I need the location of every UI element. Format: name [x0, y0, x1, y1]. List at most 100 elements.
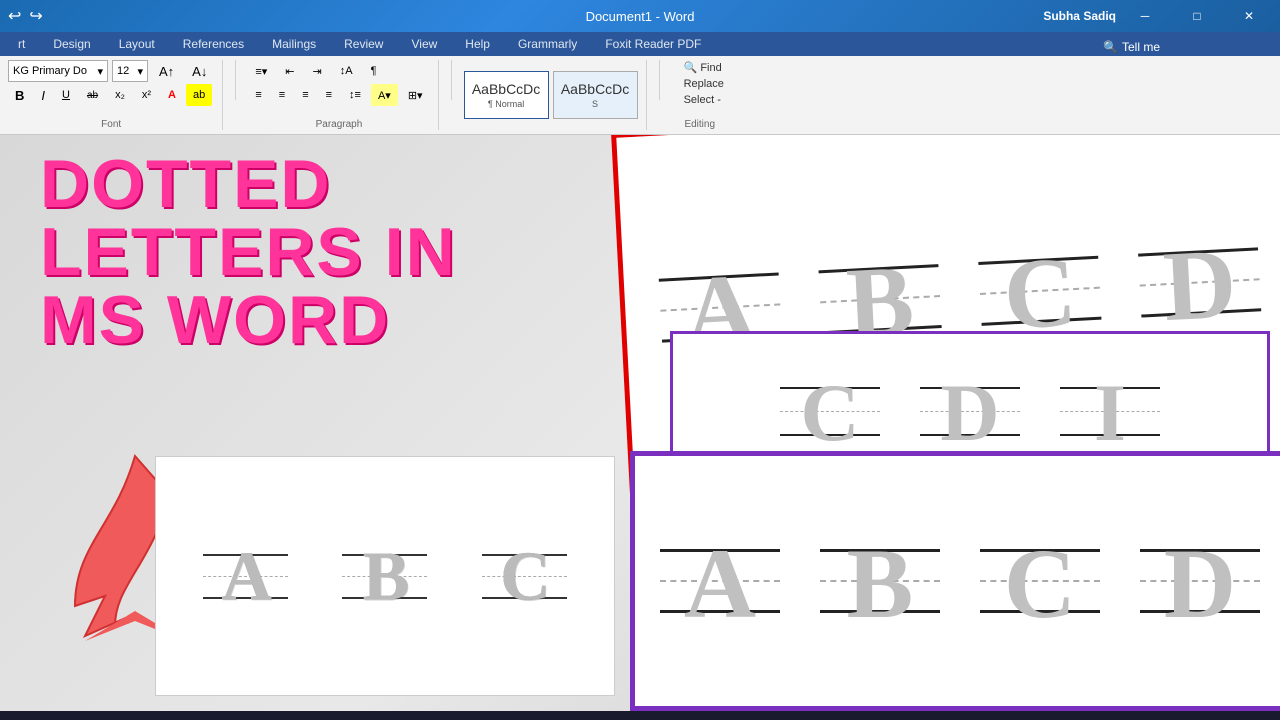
strikethrough-button[interactable]: ab: [80, 84, 105, 106]
menu-item-help[interactable]: Help: [451, 32, 504, 56]
title-bar: ↩ ↪ Document1 - Word Subha Sadiq ─ □ ✕: [0, 0, 1280, 32]
menu-item-layout[interactable]: Layout: [105, 32, 169, 56]
highlight-button[interactable]: ab: [186, 84, 212, 106]
increase-font-btn[interactable]: A↑: [152, 60, 181, 82]
menu-item-references[interactable]: References: [169, 32, 258, 56]
large-letter-B-purple: B: [820, 504, 940, 659]
menu-item-review[interactable]: Review: [330, 32, 397, 56]
para-controls-row2: ≡ ≡ ≡ ≡ ↕≡ A▾ ⊞▾: [248, 84, 429, 106]
char-C: C: [500, 538, 549, 618]
menu-bar: rt Design Layout References Mailings Rev…: [0, 32, 1280, 56]
menu-item-rt[interactable]: rt: [4, 32, 39, 56]
select-button[interactable]: Select -: [680, 93, 728, 107]
large-char-B-p: B: [847, 526, 914, 641]
border-btn[interactable]: ⊞▾: [401, 84, 430, 106]
align-left-btn[interactable]: ≡: [248, 84, 268, 106]
char-B: B: [363, 538, 408, 618]
font-controls-row2: B I U ab x₂ x² A ab: [8, 84, 212, 106]
editing-label: Editing: [684, 117, 715, 130]
search-icon: 🔍: [1103, 40, 1118, 54]
underline-button[interactable]: U: [55, 84, 77, 106]
title-bar-right: Subha Sadiq ─ □ ✕: [1043, 0, 1272, 32]
paragraph-group: ≡▾ ⇤ ⇥ ↕A ¶ ≡ ≡ ≡ ≡ ↕≡ A▾ ⊞▾ Paragraph: [248, 60, 438, 130]
med-char-C: C: [800, 366, 859, 460]
tell-me-text: Tell me: [1122, 40, 1160, 54]
title-line1: DOTTED: [40, 150, 457, 218]
redo-icon[interactable]: ↪: [29, 6, 42, 26]
italic-button[interactable]: I: [34, 84, 52, 106]
large-char-C-p: C: [1004, 526, 1076, 641]
indent-decrease-btn[interactable]: ⇤: [278, 60, 301, 82]
style-second[interactable]: AaBbCcDc S: [553, 71, 638, 119]
menu-item-mailings[interactable]: Mailings: [258, 32, 330, 56]
title-line3: MS WORD: [40, 286, 457, 354]
align-list-btn[interactable]: ≡▾: [248, 60, 274, 82]
font-size-selector[interactable]: 12 ▾: [112, 60, 148, 82]
subscript-button[interactable]: x₂: [108, 84, 132, 106]
ribbon: KG Primary Do ▾ 12 ▾ A↑ A↓ B I U ab x₂ x…: [0, 56, 1280, 135]
indent-increase-btn[interactable]: ⇥: [306, 60, 329, 82]
replace-button[interactable]: Replace: [680, 77, 728, 91]
char-A: A: [221, 538, 270, 618]
title-bar-left: ↩ ↪: [8, 6, 43, 26]
large-letter-D-purple: D: [1140, 504, 1260, 659]
size-dropdown-icon: ▾: [137, 65, 143, 78]
show-hide-btn[interactable]: ¶: [364, 60, 384, 82]
doc-preview-left: A B C: [155, 456, 615, 696]
menu-item-foxit[interactable]: Foxit Reader PDF: [591, 32, 715, 56]
find-replace-area: 🔍 Find Replace Select -: [672, 60, 728, 107]
align-right-btn[interactable]: ≡: [295, 84, 315, 106]
font-controls-row1: KG Primary Do ▾ 12 ▾ A↑ A↓: [8, 60, 214, 82]
para-controls-row1: ≡▾ ⇤ ⇥ ↕A ¶: [248, 60, 383, 82]
title-overlay: DOTTED LETTERS IN MS WORD: [40, 150, 457, 354]
paragraph-group-label: Paragraph: [316, 117, 363, 130]
card-purple: A B C D: [630, 451, 1280, 711]
text-color-button[interactable]: A: [161, 84, 183, 106]
line-spacing-btn[interactable]: ↕≡: [342, 84, 368, 106]
decrease-font-btn[interactable]: A↓: [185, 60, 214, 82]
font-group-label: Font: [101, 117, 121, 130]
menu-item-grammarly[interactable]: Grammarly: [504, 32, 591, 56]
style-second-preview: AaBbCcDc: [561, 81, 629, 98]
font-dropdown-icon: ▾: [97, 65, 103, 78]
med-char-D: D: [940, 366, 999, 460]
bold-button[interactable]: B: [8, 84, 31, 106]
main-content: DOTTED LETTERS IN MS WORD A B: [0, 135, 1280, 711]
superscript-button[interactable]: x²: [135, 84, 158, 106]
styles-group: AaBbCcDc ¶ Normal AaBbCcDc S: [464, 60, 647, 130]
letter-C-left: C: [482, 519, 567, 634]
style-normal-preview: AaBbCcDc: [472, 81, 540, 98]
title-line2: LETTERS IN: [40, 218, 457, 286]
style-normal[interactable]: AaBbCcDc ¶ Normal: [464, 71, 549, 119]
close-button[interactable]: ✕: [1226, 0, 1272, 32]
undo-icon[interactable]: ↩: [8, 6, 21, 26]
med-char-I: I: [1094, 366, 1126, 460]
style-second-name: S: [592, 99, 598, 109]
ribbon-separator-3: [659, 60, 660, 100]
menu-item-view[interactable]: View: [397, 32, 451, 56]
window-title: Document1 - Word: [586, 9, 695, 24]
justify-btn[interactable]: ≡: [319, 84, 339, 106]
sort-btn[interactable]: ↕A: [333, 60, 360, 82]
font-group: KG Primary Do ▾ 12 ▾ A↑ A↓ B I U ab x₂ x…: [8, 60, 223, 130]
large-letter-C-purple: C: [980, 504, 1100, 659]
search-area: 🔍 Tell me: [1103, 40, 1160, 54]
style-normal-name: ¶ Normal: [488, 99, 524, 109]
user-name: Subha Sadiq: [1043, 9, 1116, 23]
font-name-selector[interactable]: KG Primary Do ▾: [8, 60, 108, 82]
ribbon-separator-2: [451, 60, 452, 100]
maximize-button[interactable]: □: [1174, 0, 1220, 32]
large-letter-A-purple: A: [660, 504, 780, 659]
large-char-A-p: A: [684, 526, 756, 641]
large-char-D-p: D: [1164, 526, 1236, 641]
menu-item-design[interactable]: Design: [39, 32, 104, 56]
find-button[interactable]: 🔍 Find: [680, 60, 728, 75]
shading-btn[interactable]: A▾: [371, 84, 398, 106]
align-center-btn[interactable]: ≡: [272, 84, 292, 106]
large-char-D-red: D: [1161, 225, 1239, 344]
find-replace-group: 🔍 Find Replace Select - Editing: [672, 60, 736, 130]
letter-B-left: B: [342, 519, 427, 634]
minimize-button[interactable]: ─: [1122, 0, 1168, 32]
letter-A-left: A: [203, 519, 288, 634]
ribbon-separator-1: [235, 60, 236, 100]
